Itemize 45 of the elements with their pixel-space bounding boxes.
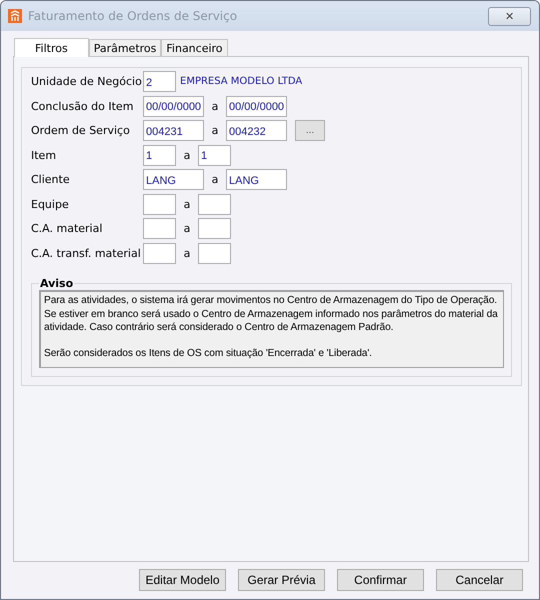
close-button[interactable]: ✕ bbox=[488, 6, 531, 26]
notice-text: Serão considerados os Itens de OS com situação 'Encerrada' e 'Liberada'. bbox=[44, 346, 373, 360]
range-separator: a bbox=[182, 198, 192, 210]
notice-text: Para as atividades, o sistema irá gerar movimentos no Centro de Armazenagem do Tipo de Operação. Se estiver em branco será usado o Centro de Armazenagem informado nos parâmetros do material da atividade. Caso contrário será considerado o Centro de Armazenagem Padrão. bbox=[44, 294, 499, 334]
group-title: Aviso bbox=[39, 277, 74, 290]
input-field[interactable] bbox=[198, 218, 231, 239]
field-label: Ordem de Serviço bbox=[31, 124, 131, 137]
range-separator: a bbox=[182, 222, 192, 235]
input-field[interactable]: LANG bbox=[226, 169, 287, 190]
range-separator: a bbox=[210, 100, 220, 112]
input-field[interactable]: 2 bbox=[143, 71, 176, 92]
input-field[interactable] bbox=[143, 242, 176, 264]
field-label: Equipe bbox=[31, 198, 70, 210]
input-field[interactable]: 1 bbox=[143, 144, 176, 166]
input-field[interactable] bbox=[198, 242, 231, 264]
dialog-button[interactable]: Cancelar bbox=[436, 569, 523, 591]
tab[interactable]: Filtros bbox=[14, 38, 89, 57]
lookup-button[interactable]: ... bbox=[295, 120, 325, 141]
input-field[interactable]: 00/00/0000 bbox=[143, 96, 204, 116]
input-field[interactable] bbox=[143, 194, 176, 214]
range-separator: a bbox=[182, 148, 192, 162]
window-title: Faturamento de Ordens de Serviço bbox=[28, 9, 238, 23]
input-field[interactable]: 00/00/0000 bbox=[226, 96, 287, 116]
range-separator: a bbox=[210, 124, 220, 137]
input-field[interactable]: 004231 bbox=[143, 120, 204, 141]
field-label: Cliente bbox=[31, 173, 71, 186]
tab[interactable]: Financeiro bbox=[161, 39, 228, 56]
field-description: EMPRESA MODELO LTDA bbox=[180, 76, 302, 87]
field-label: C.A. material bbox=[31, 222, 104, 235]
field-label: Conclusão do Item bbox=[31, 100, 134, 112]
tab[interactable]: Parâmetros bbox=[88, 39, 162, 56]
field-label: Item bbox=[31, 148, 58, 162]
dialog-button[interactable]: Gerar Prévia bbox=[238, 569, 325, 591]
app-logo-icon bbox=[8, 9, 22, 23]
input-field[interactable] bbox=[198, 194, 231, 214]
field-label: C.A. transf. material bbox=[31, 246, 142, 260]
input-field[interactable]: 004232 bbox=[226, 120, 287, 141]
dialog-button[interactable]: Confirmar bbox=[337, 569, 424, 591]
dialog-button[interactable]: Editar Modelo bbox=[139, 569, 226, 591]
range-separator: a bbox=[210, 173, 220, 186]
input-field[interactable] bbox=[143, 218, 176, 239]
range-separator: a bbox=[182, 246, 192, 260]
field-label: Unidade de Negócio bbox=[31, 75, 143, 88]
input-field[interactable]: 1 bbox=[198, 144, 231, 166]
input-field[interactable]: LANG bbox=[143, 169, 204, 190]
